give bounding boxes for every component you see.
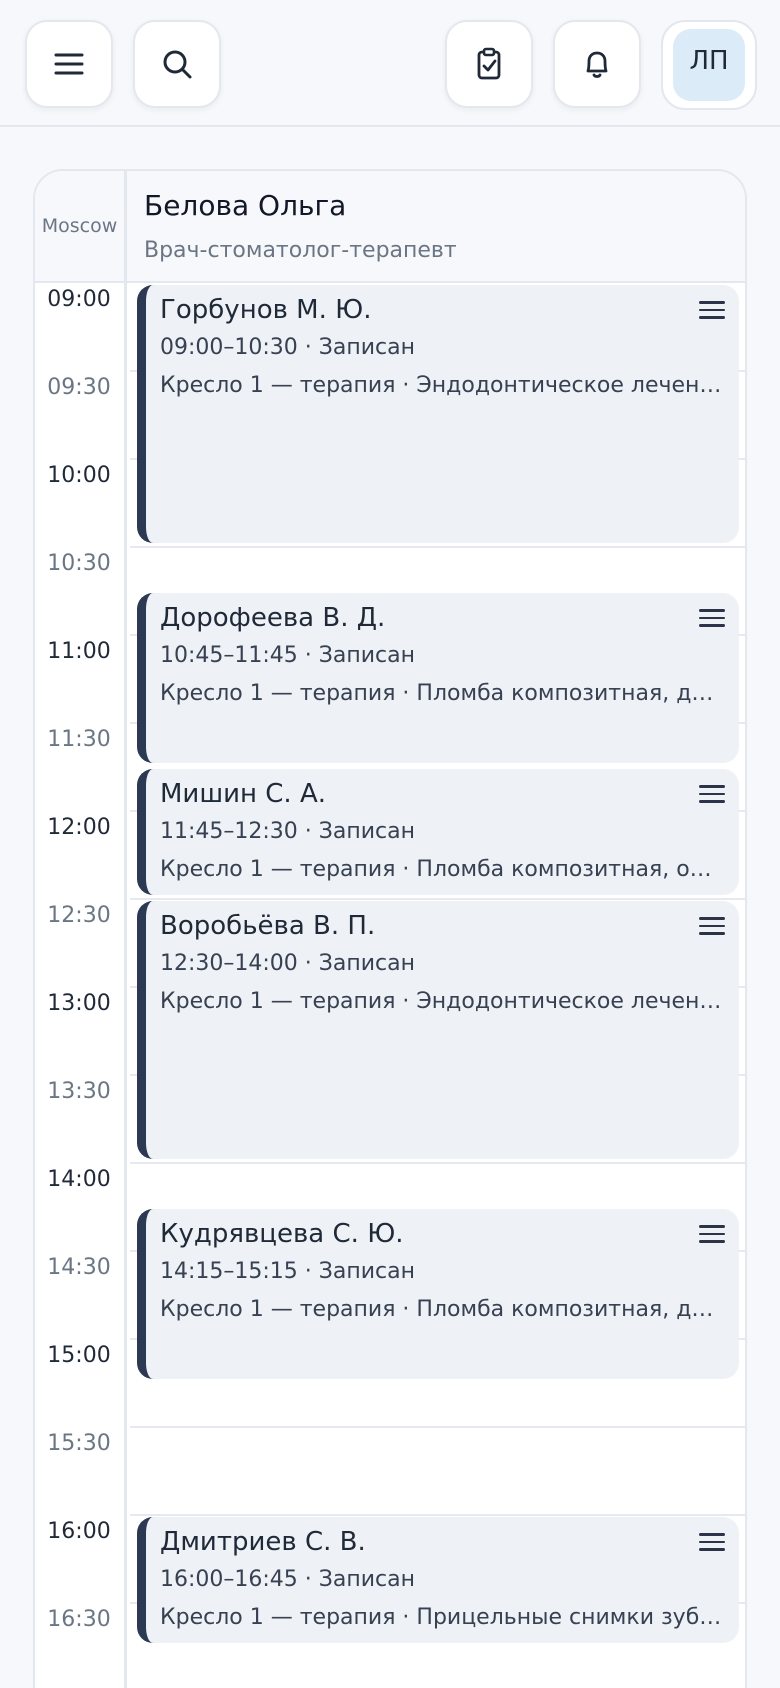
bell-icon — [586, 51, 608, 78]
schedule-grid[interactable]: Горбунов М. Ю. 09:00–10:30 · Записан Кресл… — [130, 283, 745, 1688]
appointment-details: Кресло 1 — терапия · Эндодонтическое леч… — [160, 989, 725, 1014]
doctor-header[interactable]: Белова Ольга Врач-стоматолог-терапевт — [127, 171, 745, 283]
doctor-role: Врач-стоматолог-терапевт — [144, 238, 457, 263]
appointment-details: Кресло 1 — терапия · Пломба композитная,… — [160, 857, 725, 882]
time-label: 13:00 — [47, 991, 111, 1016]
appointment-patient: Дмитриев С. В. — [160, 1527, 366, 1557]
appointment-patient: Дорофеева В. Д. — [160, 603, 386, 633]
appointment-card[interactable]: Горбунов М. Ю. 09:00–10:30 · Записан Кресл… — [137, 285, 739, 543]
menu-lines-icon[interactable] — [699, 301, 725, 321]
appointment-patient: Мишин С. А. — [160, 779, 327, 809]
time-label: 12:00 — [47, 815, 111, 840]
notifications-button[interactable] — [553, 20, 641, 108]
menu-lines-icon[interactable] — [699, 917, 725, 937]
grid-line — [130, 898, 745, 900]
time-label: 09:00 — [47, 287, 111, 312]
timezone-header: Moscow — [35, 171, 127, 283]
grid-line — [130, 546, 745, 548]
time-label: 11:00 — [47, 639, 111, 664]
appointment-details: Кресло 1 — терапия · Пломба композитная,… — [160, 681, 725, 706]
menu-lines-icon[interactable] — [699, 785, 725, 805]
grid-line — [130, 1514, 745, 1516]
appointment-patient: Воробьёва В. П. — [160, 911, 376, 941]
clipboard-check-icon — [477, 47, 501, 80]
appointment-details: Кресло 1 — терапия · Прицельные снимки з… — [160, 1605, 725, 1630]
menu-lines-icon[interactable] — [699, 609, 725, 629]
time-label: 14:30 — [47, 1255, 111, 1280]
time-label: 16:00 — [47, 1519, 111, 1544]
menu-lines-icon[interactable] — [699, 1225, 725, 1245]
grid-line — [130, 1426, 745, 1428]
appointment-time-status: 14:15–15:15 · Записан — [160, 1259, 416, 1284]
profile-button[interactable]: ЛП — [661, 20, 757, 110]
appointment-card[interactable]: Дорофеева В. Д. 10:45–11:45 · Записан Крес… — [137, 593, 739, 763]
appointment-time-status: 11:45–12:30 · Записан — [160, 819, 416, 844]
time-label: 10:00 — [47, 463, 111, 488]
appointment-card[interactable]: Мишин С. А. 11:45–12:30 · Записан Кресло 1… — [137, 769, 739, 895]
time-label: 09:30 — [47, 375, 111, 400]
search-button[interactable] — [133, 20, 221, 108]
time-label: 15:00 — [47, 1343, 111, 1368]
appointment-patient: Кудрявцева С. Ю. — [160, 1219, 404, 1249]
appointment-time-status: 12:30–14:00 · Записан — [160, 951, 416, 976]
time-label: 14:00 — [47, 1167, 111, 1192]
doctor-name: Белова Ольга — [144, 189, 347, 222]
appointment-time-status: 16:00–16:45 · Записан — [160, 1567, 416, 1592]
time-label: 16:30 — [47, 1607, 111, 1632]
appointment-card[interactable]: Дмитриев С. В. 16:00–16:45 · Записан Кресл… — [137, 1517, 739, 1643]
hamburger-icon — [54, 53, 84, 75]
appointment-time-status: 10:45–11:45 · Записан — [160, 643, 416, 668]
timezone-label: Moscow — [41, 215, 118, 237]
search-icon — [163, 50, 192, 79]
appointment-card[interactable]: Кудрявцева С. Ю. 14:15–15:15 · Записан Кре… — [137, 1209, 739, 1379]
time-label: 11:30 — [47, 727, 111, 752]
time-label: 12:30 — [47, 903, 111, 928]
top-bar: ЛП — [0, 0, 780, 127]
appointment-card[interactable]: Воробьёва В. П. 12:30–14:00 · Записан Крес… — [137, 901, 739, 1159]
tasks-button[interactable] — [445, 20, 533, 108]
grid-line — [130, 1162, 745, 1164]
appointment-details: Кресло 1 — терапия · Пломба композитная,… — [160, 1297, 725, 1322]
appointment-details: Кресло 1 — терапия · Эндодонтическое леч… — [160, 373, 725, 398]
schedule-card: Moscow Белова Ольга Врач-стоматолог-тера… — [33, 169, 747, 1688]
avatar: ЛП — [673, 29, 745, 101]
time-label: 15:30 — [47, 1431, 111, 1456]
menu-button[interactable] — [25, 20, 113, 108]
time-label: 13:30 — [47, 1079, 111, 1104]
appointment-time-status: 09:00–10:30 · Записан — [160, 335, 416, 360]
time-label: 10:30 — [47, 551, 111, 576]
menu-lines-icon[interactable] — [699, 1533, 725, 1553]
time-column: 09:00 09:30 10:00 10:30 11:00 11:30 12:00 12:30… — [35, 283, 127, 1688]
appointment-patient: Горбунов М. Ю. — [160, 295, 372, 325]
